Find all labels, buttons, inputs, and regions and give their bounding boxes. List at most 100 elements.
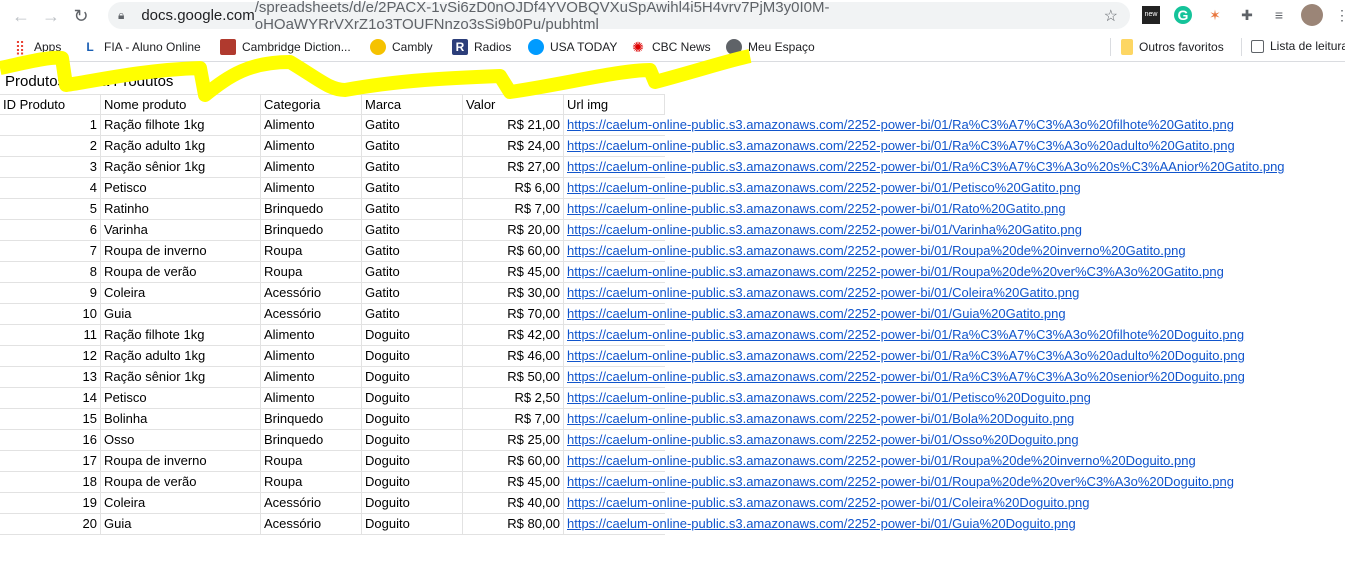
cell-name: Guia — [101, 304, 261, 324]
cell-name: Ração filhote 1kg — [101, 115, 261, 135]
table-row: 1 Ração filhote 1kg Alimento Gatito R$ 21,00… — [0, 115, 1234, 136]
cell-url-link[interactable]: https://caelum-online-public.s3.amazonaw… — [564, 304, 1066, 324]
bookmark-meu-espaco[interactable]: Meu Espaço — [726, 39, 815, 55]
cell-url-link[interactable]: https://caelum-online-public.s3.amazonaw… — [564, 367, 1245, 387]
cell-url-link[interactable]: https://caelum-online-public.s3.amazonaw… — [564, 325, 1244, 345]
cell-name: Roupa de verão — [101, 262, 261, 282]
cell-id: 18 — [0, 472, 101, 492]
bookmark-cambly[interactable]: Cambly — [370, 39, 433, 55]
cell-price: R$ 27,00 — [463, 157, 564, 177]
bookmark-apps[interactable]: ⣿ Apps — [12, 39, 62, 55]
cell-price: R$ 45,00 — [463, 472, 564, 492]
cell-url-link[interactable]: https://caelum-online-public.s3.amazonaw… — [564, 346, 1245, 366]
bookmark-label: Cambly — [392, 40, 433, 54]
cell-url-link[interactable]: https://caelum-online-public.s3.amazonaw… — [564, 157, 1285, 177]
cell-category: Alimento — [261, 136, 362, 156]
cell-brand: Doguito — [362, 367, 463, 387]
cell-brand: Gatito — [362, 304, 463, 324]
url-host: docs.google.com — [141, 7, 255, 24]
reading-list[interactable]: Lista de leitura — [1251, 39, 1345, 53]
cell-id: 9 — [0, 283, 101, 303]
cell-id: 19 — [0, 493, 101, 513]
cell-category: Alimento — [261, 388, 362, 408]
cell-brand: Gatito — [362, 220, 463, 240]
bookmark-cbc[interactable]: ✺ CBC News — [630, 39, 711, 55]
cell-url-link[interactable]: https://caelum-online-public.s3.amazonaw… — [564, 262, 1224, 282]
extensions-puzzle-icon[interactable]: ✚ — [1238, 6, 1256, 24]
cell-url-link[interactable]: https://caelum-online-public.s3.amazonaw… — [564, 388, 1091, 408]
cell-category: Alimento — [261, 325, 362, 345]
folder-icon — [1121, 39, 1133, 55]
table-row: 9 Coleira Acessório Gatito R$ 30,00 https://c… — [0, 283, 1079, 304]
grammarly-icon[interactable]: G — [1174, 6, 1192, 24]
cell-category: Brinquedo — [261, 199, 362, 219]
cell-name: Ração sênior 1kg — [101, 157, 261, 177]
cell-name: Coleira — [101, 493, 261, 513]
table-row: 10 Guia Acessório Gatito R$ 70,00 https://cae… — [0, 304, 1066, 325]
cell-id: 16 — [0, 430, 101, 450]
cell-url-link[interactable]: https://caelum-online-public.s3.amazonaw… — [564, 241, 1186, 261]
bookmark-fia[interactable]: L FIA - Aluno Online — [82, 39, 201, 55]
bookmark-label: FIA - Aluno Online — [104, 40, 201, 54]
column-header: Valor — [463, 95, 564, 114]
spreadsheet-table: ID Produto Nome produto Categoria Marca … — [0, 94, 1285, 535]
address-bar[interactable]: 🔒︎ docs.google.com/spreadsheets/d/e/2PAC… — [108, 0, 1130, 33]
cell-category: Alimento — [261, 178, 362, 198]
cell-name: Bolinha — [101, 409, 261, 429]
cell-url-link[interactable]: https://caelum-online-public.s3.amazonaw… — [564, 199, 1066, 219]
bookmark-label: Radios — [474, 40, 512, 54]
cell-name: Ração filhote 1kg — [101, 325, 261, 345]
bookmark-radios[interactable]: R Radios — [452, 39, 511, 55]
forward-arrow-icon[interactable]: → — [36, 6, 66, 27]
cell-price: R$ 45,00 — [463, 262, 564, 282]
cell-url-link[interactable]: https://caelum-online-public.s3.amazonaw… — [564, 514, 1076, 534]
extension-new-icon[interactable]: new — [1142, 6, 1160, 24]
cell-brand: Doguito — [362, 409, 463, 429]
extension-star-icon[interactable]: ✶ — [1206, 6, 1224, 24]
cell-category: Acessório — [261, 304, 362, 324]
cell-name: Roupa de verão — [101, 472, 261, 492]
cell-price: R$ 21,00 — [463, 115, 564, 135]
bookmark-cambridge[interactable]: Cambridge Diction... — [220, 39, 351, 55]
cell-name: Roupa de inverno — [101, 451, 261, 471]
cell-id: 4 — [0, 178, 101, 198]
cell-url-link[interactable]: https://caelum-online-public.s3.amazonaw… — [564, 283, 1079, 303]
cell-category: Brinquedo — [261, 220, 362, 240]
cell-price: R$ 50,00 — [463, 367, 564, 387]
globe-icon — [726, 39, 742, 55]
cell-url-link[interactable]: https://caelum-online-public.s3.amazonaw… — [564, 115, 1234, 135]
cell-url-link[interactable]: https://caelum-online-public.s3.amazonaw… — [564, 430, 1079, 450]
cell-category: Brinquedo — [261, 409, 362, 429]
divider — [1241, 38, 1242, 56]
table-row: 11 Ração filhote 1kg Alimento Doguito R$ 42,… — [0, 325, 1244, 346]
cell-url-link[interactable]: https://caelum-online-public.s3.amazonaw… — [564, 178, 1081, 198]
cell-url-link[interactable]: https://caelum-online-public.s3.amazonaw… — [564, 220, 1082, 240]
divider — [1110, 38, 1111, 56]
cell-url-link[interactable]: https://caelum-online-public.s3.amazonaw… — [564, 136, 1235, 156]
back-arrow-icon[interactable]: ← — [6, 6, 36, 27]
cell-category: Roupa — [261, 472, 362, 492]
menu-kebab-icon[interactable]: ⋮ — [1333, 6, 1345, 24]
cell-price: R$ 40,00 — [463, 493, 564, 513]
cell-id: 11 — [0, 325, 101, 345]
cell-url-link[interactable]: https://caelum-online-public.s3.amazonaw… — [564, 493, 1089, 513]
bookmark-other-favorites[interactable]: Outros favoritos — [1121, 39, 1224, 55]
bookmark-star-icon[interactable]: ☆ — [1104, 6, 1118, 26]
cell-url-link[interactable]: https://caelum-online-public.s3.amazonaw… — [564, 451, 1196, 471]
profile-avatar[interactable] — [1301, 4, 1323, 26]
bookmark-usa-today[interactable]: USA TODAY — [528, 39, 617, 55]
cell-price: R$ 60,00 — [463, 451, 564, 471]
cell-url-link[interactable]: https://caelum-online-public.s3.amazonaw… — [564, 409, 1074, 429]
cambridge-icon — [220, 39, 236, 55]
cell-price: R$ 30,00 — [463, 283, 564, 303]
cell-id: 12 — [0, 346, 101, 366]
bookmark-label: USA TODAY — [550, 40, 618, 54]
cell-brand: Gatito — [362, 262, 463, 282]
cell-url-link[interactable]: https://caelum-online-public.s3.amazonaw… — [564, 472, 1234, 492]
bookmark-label: Cambridge Diction... — [242, 40, 351, 54]
cell-category: Acessório — [261, 514, 362, 534]
media-control-icon[interactable]: ≡ — [1270, 6, 1288, 24]
reading-list-icon — [1251, 39, 1264, 53]
table-row: 19 Coleira Acessório Doguito R$ 40,00 https:/… — [0, 493, 1089, 514]
reload-icon[interactable]: ↻ — [66, 6, 96, 27]
